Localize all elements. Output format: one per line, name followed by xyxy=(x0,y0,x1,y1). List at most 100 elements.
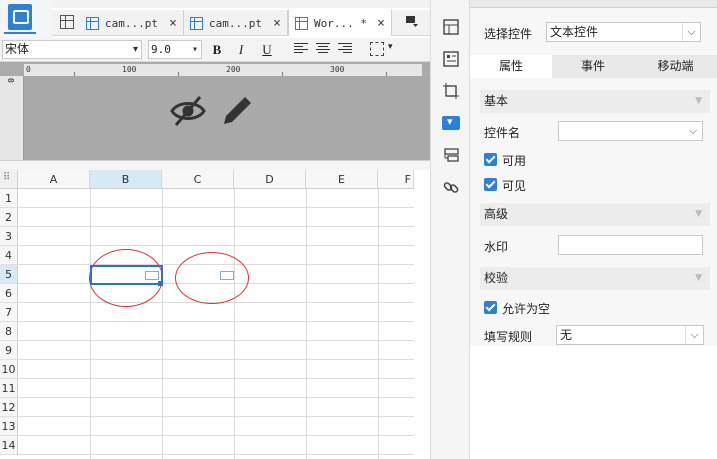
tab-properties[interactable]: 属性 xyxy=(470,55,552,78)
column-header-f[interactable]: F xyxy=(378,170,414,189)
allow-empty-label: 允许为空 xyxy=(502,302,551,316)
doc-tab-3-active[interactable]: Wor... * × xyxy=(288,10,392,36)
logo-underline xyxy=(4,32,36,34)
template-icon xyxy=(295,16,308,30)
crop-icon[interactable] xyxy=(442,82,460,100)
row-header[interactable]: 6 xyxy=(0,284,18,303)
column-header-d[interactable]: D xyxy=(234,170,306,189)
row-header[interactable]: 2 xyxy=(0,208,18,227)
format-toolbar: 宋体 ▾ 9.0 ▾ B I U ▾ xyxy=(0,38,430,62)
cell-attribute-icon[interactable] xyxy=(442,18,460,36)
fill-handle[interactable] xyxy=(158,281,163,286)
enabled-label: 可用 xyxy=(502,154,527,168)
row-header[interactable]: 1 xyxy=(0,189,18,208)
column-header-a[interactable]: A xyxy=(18,170,90,189)
section-validation[interactable]: 校验 ▼ xyxy=(480,267,710,290)
row-header[interactable]: 14 xyxy=(0,436,18,455)
align-center-icon[interactable] xyxy=(316,43,330,55)
row-header[interactable]: 8 xyxy=(0,322,18,341)
watermark-input[interactable] xyxy=(558,235,703,255)
document-tabbar: cam...pt × cam...pt × Wor... * × xyxy=(52,10,430,36)
control-name-combobox[interactable]: ⌵ xyxy=(558,121,703,141)
tab-events[interactable]: 事件 xyxy=(552,55,634,78)
close-icon[interactable]: × xyxy=(377,16,385,31)
vertical-ruler: 0 xyxy=(0,76,24,160)
row-header[interactable]: 11 xyxy=(0,379,18,398)
row-header[interactable]: 10 xyxy=(0,360,18,379)
allow-empty-checkbox[interactable] xyxy=(484,301,497,314)
chevron-down-icon: ⌵ xyxy=(682,23,700,41)
collapse-arrow-icon: ▼ xyxy=(695,273,702,283)
grid-icon[interactable] xyxy=(60,15,74,29)
ruler-label: 0 xyxy=(26,65,31,74)
spreadsheet-grid[interactable]: A B C D E F 1 2 3 4 5 6 7 8 9 10 11 12 1… xyxy=(0,170,430,459)
font-family-value: 宋体 xyxy=(5,42,30,56)
underline-button[interactable]: U xyxy=(258,41,276,59)
designer-logo-icon[interactable] xyxy=(8,4,32,30)
control-type-select[interactable]: 文本控件 ⌵ xyxy=(546,22,701,42)
ruler-label: 100 xyxy=(122,65,137,74)
collapse-arrow-icon: ▼ xyxy=(695,96,702,106)
section-advanced-title: 高级 xyxy=(484,207,509,221)
horizontal-ruler: 0 100 200 300 xyxy=(0,62,430,76)
section-advanced[interactable]: 高级 ▼ xyxy=(480,203,710,226)
panel-header xyxy=(470,0,717,8)
doc-tab-label: cam...pt xyxy=(209,16,262,30)
template-icon xyxy=(190,16,203,30)
row-header[interactable]: 12 xyxy=(0,398,18,417)
row-header[interactable]: 9 xyxy=(0,341,18,360)
control-name-label: 控件名 xyxy=(484,126,521,140)
row-header[interactable]: 7 xyxy=(0,303,18,322)
chevron-down-icon: ⌵ xyxy=(688,124,698,137)
close-icon[interactable]: × xyxy=(169,16,177,31)
widget-settings-icon[interactable] xyxy=(442,115,460,130)
italic-button[interactable]: I xyxy=(232,41,250,59)
row-header[interactable]: 13 xyxy=(0,417,18,436)
designer-window: { "tabs": [ {"label": "cam...pt", "close… xyxy=(0,0,717,459)
border-icon[interactable] xyxy=(370,42,384,56)
section-basic-title: 基本 xyxy=(484,94,509,108)
font-family-select[interactable]: 宋体 ▾ xyxy=(2,40,142,59)
sheet-separator xyxy=(0,160,430,170)
close-icon[interactable]: × xyxy=(273,16,281,31)
chevron-down-icon[interactable]: ▾ xyxy=(388,42,393,52)
rule-value: 无 xyxy=(560,328,573,342)
font-size-select[interactable]: 9.0 ▾ xyxy=(148,40,202,59)
pencil-icon[interactable] xyxy=(220,94,252,128)
select-all-corner[interactable] xyxy=(0,170,18,189)
enabled-checkbox[interactable] xyxy=(484,153,497,166)
doc-tab-label: Wor... * xyxy=(314,16,367,30)
sheet-scrollbar[interactable] xyxy=(414,170,430,459)
widget-settings-panel: 选择控件 文本控件 ⌵ 属性 事件 移动端 基本 ▼ 控件名 ⌵ 可用 可见 高… xyxy=(470,0,717,459)
rule-label: 填写规则 xyxy=(484,330,533,344)
chevron-down-icon: ⌵ xyxy=(685,326,703,344)
row-header[interactable]: 5 xyxy=(0,265,18,284)
ruler-track: 0 100 200 300 xyxy=(24,64,422,76)
ruler-label: 0 xyxy=(6,78,15,83)
tab-list-icon xyxy=(406,16,418,27)
align-right-icon[interactable] xyxy=(338,43,352,55)
font-size-value: 9.0 xyxy=(151,43,171,56)
align-left-icon[interactable] xyxy=(294,43,308,55)
doc-tab-1[interactable]: cam...pt × xyxy=(80,10,184,36)
column-header-b[interactable]: B xyxy=(90,170,162,189)
eye-slash-icon[interactable] xyxy=(170,94,206,128)
cell-element-icon[interactable] xyxy=(442,50,460,68)
annotation-circle xyxy=(175,252,249,304)
column-header-e[interactable]: E xyxy=(306,170,378,189)
condition-attribute-icon[interactable] xyxy=(442,146,460,164)
visible-checkbox[interactable] xyxy=(484,178,497,191)
row-header[interactable]: 4 xyxy=(0,246,18,265)
section-basic[interactable]: 基本 ▼ xyxy=(480,90,710,113)
row-header[interactable]: 3 xyxy=(0,227,18,246)
bold-button[interactable]: B xyxy=(208,41,226,59)
rule-select[interactable]: 无 ⌵ xyxy=(556,325,704,345)
column-header-c[interactable]: C xyxy=(162,170,234,189)
watermark-label: 水印 xyxy=(484,240,509,254)
tab-list-button[interactable] xyxy=(402,14,422,32)
link-icon[interactable] xyxy=(442,178,460,196)
text-widget-marker xyxy=(145,271,159,280)
doc-tab-2[interactable]: cam...pt × xyxy=(184,10,288,36)
tab-mobile[interactable]: 移动端 xyxy=(634,55,717,78)
chevron-down-icon: ▾ xyxy=(191,44,198,55)
